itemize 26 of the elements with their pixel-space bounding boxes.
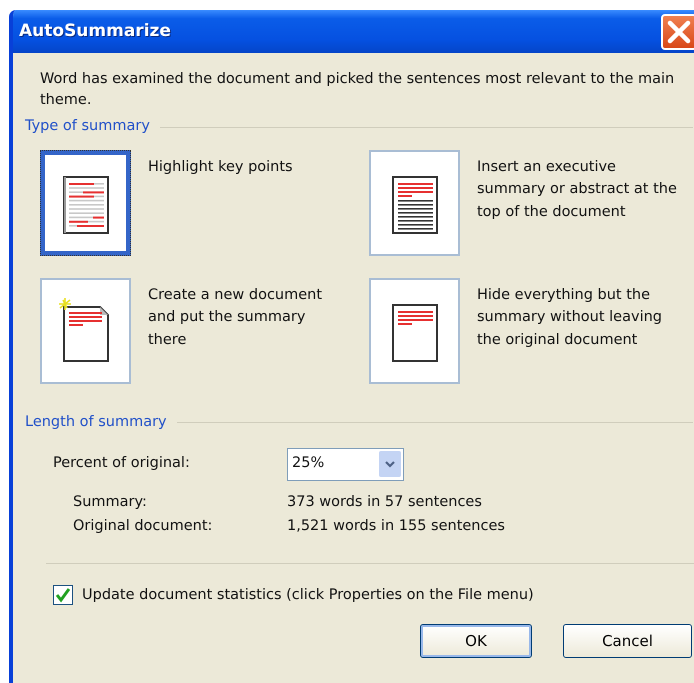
intro-text: Word has examined the document and picked the sentences most relevant to the main theme.	[40, 70, 676, 110]
stat-label: Summary:	[73, 492, 148, 512]
close-button[interactable]	[661, 14, 694, 50]
option-label: Highlight key points	[148, 158, 294, 177]
stat-label: Original document:	[73, 516, 214, 536]
checkbox[interactable]	[53, 585, 73, 606]
summary-type-option[interactable]	[369, 278, 460, 384]
chevron-down-icon	[384, 460, 396, 468]
checkbox-label: Update document statistics (click Properties on the File menu)	[82, 586, 534, 604]
checkmark-icon	[55, 587, 71, 604]
option-label: Insert an executive summary or abstract at the top of the document	[477, 158, 677, 222]
close-icon	[666, 19, 692, 45]
ok-button[interactable]: OK	[420, 624, 532, 658]
option-label: Hide everything but the summary without leaving the original document	[477, 286, 663, 350]
option-label: Create a new document and put the summary there	[148, 286, 324, 350]
window-title: AutoSummarize	[19, 20, 171, 43]
percent-label: Percent of original:	[53, 454, 191, 474]
group-title: Length of summary	[25, 412, 167, 432]
summary-type-option[interactable]	[40, 150, 131, 256]
summary-type-option[interactable]	[40, 278, 131, 384]
cancel-button[interactable]: Cancel	[563, 624, 692, 658]
summary-type-option[interactable]	[369, 150, 460, 256]
stat-value: 373 words in 57 sentences	[287, 492, 482, 512]
group-title: Type of summary	[25, 117, 150, 136]
percent-dropdown[interactable]: 25%	[287, 448, 404, 481]
stat-value: 1,521 words in 155 sentences	[287, 516, 505, 536]
